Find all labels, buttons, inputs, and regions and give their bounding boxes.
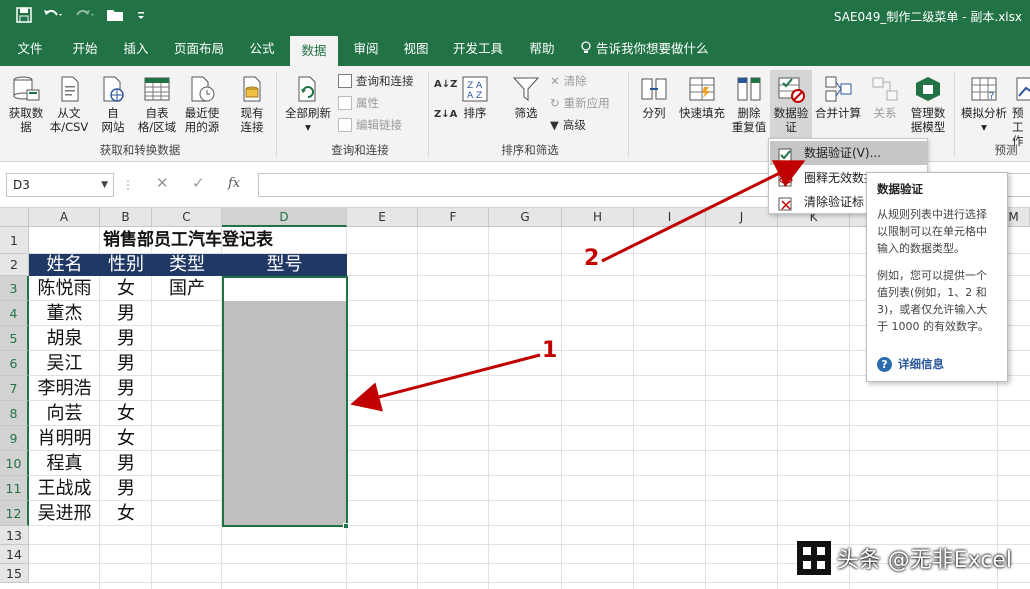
arrow-1 [350, 353, 541, 412]
watermark: 头条 @无非Excel [796, 541, 1012, 575]
arrow-2 [601, 160, 806, 263]
watermark-text: 头条 @无非Excel [836, 548, 1012, 573]
annotation-number-1: 1 [542, 338, 558, 363]
annotation-number-2: 2 [584, 246, 600, 271]
excel-window: SAE049_制作二级菜单 - 副本.xlsx 文件 开始 插入 页面布局 公式… [0, 0, 1030, 589]
watermark-logo [796, 541, 831, 575]
annotation-arrows [350, 160, 806, 412]
